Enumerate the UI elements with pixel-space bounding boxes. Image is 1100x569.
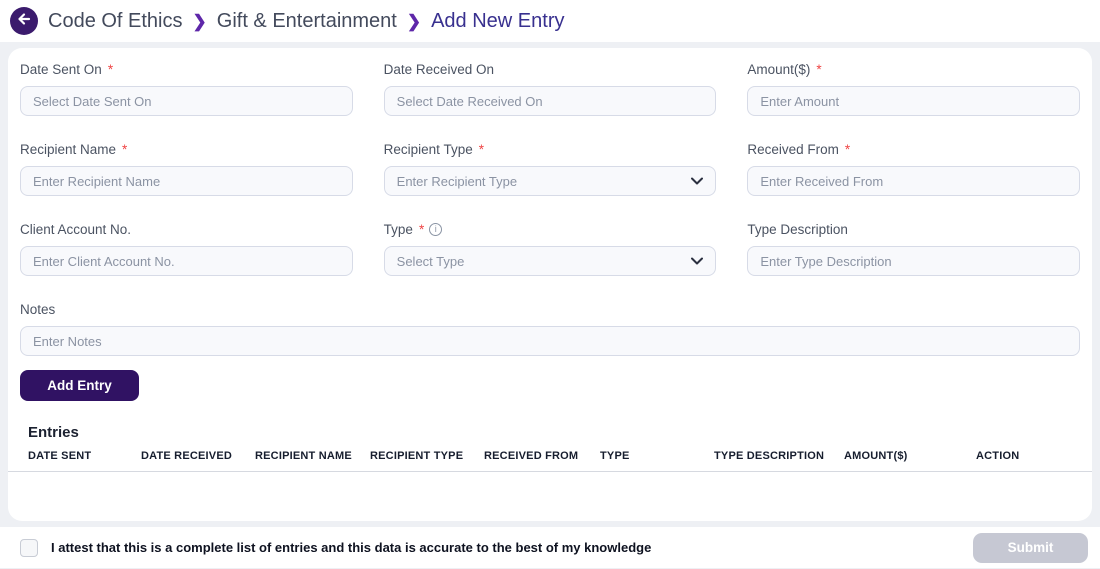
column-header-recipient-type: RECIPIENT TYPE	[370, 450, 464, 462]
notes-input[interactable]	[20, 326, 1080, 356]
back-button[interactable]	[10, 7, 38, 35]
attest-checkbox[interactable]	[20, 538, 38, 557]
field-label: Type Description	[747, 222, 1080, 237]
recipient-type-select[interactable]: Enter Recipient Type	[383, 166, 717, 196]
label-text: Type	[383, 222, 413, 237]
breadcrumb-item-code-of-ethics[interactable]: Code Of Ethics	[48, 10, 183, 33]
attestation-footer: I attest that this is a complete list of…	[0, 527, 1100, 568]
required-asterisk: *	[478, 142, 484, 157]
label-text: Recipient Name	[20, 142, 117, 157]
column-header-recipient-name: RECIPIENT NAME	[255, 450, 352, 462]
chevron-right-icon: ❯	[192, 12, 207, 31]
chevron-down-icon	[691, 257, 704, 265]
field-date-received-on: Date Received On	[383, 62, 717, 116]
required-asterisk: *	[816, 62, 822, 77]
field-label: Date Sent On *	[20, 62, 353, 77]
required-asterisk: *	[122, 142, 128, 157]
field-label: Received From *	[747, 142, 1080, 157]
field-label: Client Account No.	[20, 222, 353, 237]
chevron-right-icon: ❯	[406, 12, 422, 31]
label-text: Notes	[20, 302, 56, 317]
breadcrumb: Code Of Ethics ❯ Gift & Entertainment ❯ …	[48, 10, 564, 33]
column-header-received-from: RECEIVED FROM	[484, 450, 579, 462]
select-placeholder: Enter Recipient Type	[396, 173, 518, 189]
required-asterisk: *	[418, 222, 425, 237]
select-placeholder: Select Type	[396, 253, 465, 269]
field-label: Type * i	[384, 222, 717, 237]
required-asterisk: *	[107, 62, 114, 77]
recipient-name-input[interactable]	[20, 166, 353, 196]
breadcrumb-bar: Code Of Ethics ❯ Gift & Entertainment ❯ …	[0, 0, 1100, 42]
date-sent-on-input[interactable]	[20, 86, 353, 116]
breadcrumb-item-add-new-entry: Add New Entry	[431, 9, 565, 32]
label-text: Date Sent On	[20, 62, 102, 77]
entries-heading: Entries	[28, 424, 79, 441]
label-text: Recipient Type	[383, 142, 473, 157]
client-account-no-input[interactable]	[20, 246, 353, 276]
received-from-input[interactable]	[747, 166, 1080, 196]
column-header-amount: AMOUNT($)	[844, 450, 908, 462]
column-header-date-sent: DATE SENT	[28, 450, 92, 462]
field-type-description: Type Description	[747, 222, 1080, 276]
add-entry-form-card: Date Sent On * Date Received On Amount($)…	[8, 48, 1092, 521]
field-label: Recipient Name *	[20, 142, 353, 157]
back-arrow-icon	[16, 11, 32, 32]
label-text: Amount($)	[747, 62, 811, 77]
add-entry-button[interactable]: Add Entry	[20, 370, 139, 401]
type-select[interactable]: Select Type	[383, 246, 717, 276]
field-notes: Notes	[20, 302, 1080, 356]
field-received-from: Received From *	[747, 142, 1080, 196]
chevron-down-icon	[691, 177, 704, 185]
amount-input[interactable]	[747, 86, 1080, 116]
date-received-on-input[interactable]	[383, 86, 717, 116]
label-text: Date Received On	[383, 62, 494, 77]
label-text: Type Description	[747, 222, 848, 237]
column-header-action: ACTION	[976, 450, 1020, 462]
column-header-date-received: DATE RECEIVED	[141, 450, 233, 462]
label-text: Received From	[747, 142, 839, 157]
field-label: Recipient Type *	[384, 142, 717, 157]
field-label: Amount($) *	[747, 62, 1080, 77]
entries-table-header: DATE SENT DATE RECEIVED RECIPIENT NAME R…	[20, 450, 1080, 462]
attest-label: I attest that this is a complete list of…	[51, 540, 652, 555]
field-label: Date Received On	[384, 62, 717, 77]
field-client-account-no: Client Account No.	[20, 222, 353, 276]
field-recipient-type: Recipient Type * Enter Recipient Type	[383, 142, 717, 196]
label-text: Client Account No.	[20, 222, 132, 237]
field-label: Notes	[20, 302, 1080, 317]
breadcrumb-item-gift-entertainment[interactable]: Gift & Entertainment	[217, 10, 397, 33]
field-type: Type * i Select Type	[383, 222, 717, 276]
required-asterisk: *	[844, 142, 851, 157]
form-grid: Date Sent On * Date Received On Amount($)…	[20, 62, 1080, 276]
column-header-type-description: TYPE DESCRIPTION	[714, 450, 825, 462]
type-description-input[interactable]	[747, 246, 1080, 276]
field-amount: Amount($) *	[747, 62, 1080, 116]
info-icon[interactable]: i	[429, 223, 443, 236]
field-date-sent-on: Date Sent On *	[20, 62, 353, 116]
entries-table-body	[20, 472, 1080, 532]
submit-button[interactable]: Submit	[973, 532, 1088, 563]
field-recipient-name: Recipient Name *	[20, 142, 353, 196]
column-header-type: TYPE	[600, 450, 630, 462]
